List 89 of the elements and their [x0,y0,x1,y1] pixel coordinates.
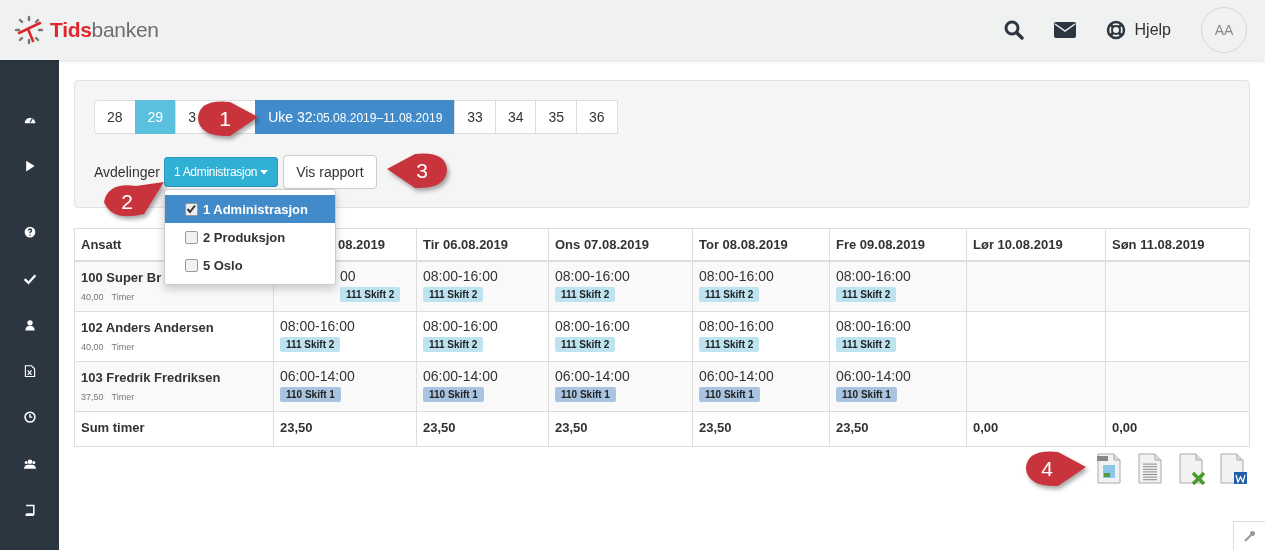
callout-marker: 4 [1024,449,1088,489]
shift-tag: 111 Skift 2 [555,336,616,352]
hours-unit: Timer [111,391,135,402]
shift-tag: 110 Skift 1 [280,386,341,402]
checkbox[interactable] [184,258,198,272]
callout-marker: 1 [196,99,260,139]
caret-icon [260,169,269,175]
shift-time: 00 [340,267,357,284]
week-tab[interactable]: 34 [494,100,537,134]
column-header: Tir 06.08.2019 [423,237,509,252]
check-icon[interactable] [21,272,38,285]
column-header: Ons 07.08.2019 [555,237,649,252]
column-header: Søn 11.08.2019 [1112,237,1205,252]
shift-time: 08:00-16:00 [555,317,631,334]
department-option[interactable]: 5 Oslo [164,251,335,279]
clock-logo-icon [14,15,44,45]
total-hours: 23,50 [423,419,456,435]
wrench-icon [1243,530,1256,542]
shift-time: 06:00-14:00 [699,367,775,384]
report-button[interactable]: Vis rapport [283,155,377,189]
department-label: Avdelinger [94,164,160,180]
shift-time: 08:00-16:00 [423,267,499,284]
week-tab[interactable]: Uke 32:05.08.2019–11.08.2019 [255,100,456,134]
shift-tag: 111 Skift 2 [555,286,616,302]
total-hours: 23,50 [836,419,869,435]
shift-time: 08:00-16:00 [836,317,912,334]
column-header: 08.2019 [338,237,385,252]
shift-tag: 111 Skift 2 [699,286,760,302]
hours-value: 37,50 [81,391,104,402]
help-link[interactable]: Hjelp [1105,20,1171,40]
mail-icon[interactable] [1053,22,1076,38]
total-hours: 23,50 [280,419,313,435]
hours-value: 40,00 [81,341,104,352]
excel-file-icon[interactable] [1176,452,1206,485]
checkbox[interactable] [184,230,198,244]
shift-tag: 110 Skift 1 [699,386,760,402]
column-header: Fre 09.08.2019 [836,237,925,252]
hours-unit: Timer [111,341,135,352]
shift-time: 08:00-16:00 [555,267,631,284]
lifebuoy-icon [1105,20,1126,40]
week-tab[interactable]: 35 [535,100,578,134]
brand-name: Tidsbanken [50,18,159,42]
checkbox[interactable] [184,202,198,216]
department-option[interactable]: 2 Produksjon [164,223,335,251]
total-hours: 0,00 [1112,419,1138,435]
settings-button[interactable] [1233,521,1265,550]
shift-tag: 111 Skift 2 [699,336,760,352]
word-file-icon[interactable] [1217,452,1247,485]
total-hours: 23,50 [555,419,588,435]
shift-time: 08:00-16:00 [699,267,775,284]
total-hours: 0,00 [973,419,999,435]
shift-tag: 111 Skift 2 [340,286,401,302]
image-file-icon[interactable] [1094,452,1124,485]
search-icon[interactable] [1003,20,1024,40]
shift-time: 06:00-14:00 [555,367,631,384]
shift-tag: 111 Skift 2 [423,336,484,352]
employee-name: 102 Anders Andersen [81,319,215,335]
shift-time: 08:00-16:00 [423,317,499,334]
shift-tag: 110 Skift 1 [836,386,897,402]
shift-time: 08:00-16:00 [836,267,912,284]
shift-time: 06:00-14:00 [423,367,499,384]
column-header: Tor 08.08.2019 [699,237,788,252]
department-option[interactable]: 1 Administrasjon [164,195,335,223]
total-hours: 23,50 [699,419,732,435]
column-header: Ansatt [81,237,122,252]
users-icon[interactable] [21,457,38,470]
hours-unit: Timer [111,291,135,302]
week-tab[interactable]: 28 [94,100,136,134]
column-header: Lør 10.08.2019 [973,237,1063,252]
text-file-icon[interactable] [1135,452,1165,485]
clock-icon[interactable] [21,411,38,424]
shift-tag: 111 Skift 2 [280,336,341,352]
total-label: Sum timer [81,419,145,435]
shift-time: 08:00-16:00 [280,317,356,334]
employee-name: 103 Fredrik Fredriksen [81,369,222,385]
employee-name: 100 Super Br [81,269,163,285]
week-tab[interactable]: 36 [576,100,618,134]
shift-tag: 110 Skift 1 [423,386,484,402]
callout-marker: 3 [385,151,449,191]
shift-time: 06:00-14:00 [280,367,356,384]
shift-tag: 111 Skift 2 [836,336,897,352]
week-tab[interactable]: 33 [454,100,496,134]
shift-time: 08:00-16:00 [699,317,775,334]
hours-value: 40,00 [81,291,104,302]
week-tab[interactable]: 3 [175,100,198,134]
shift-tag: 111 Skift 2 [423,286,484,302]
shift-tag: 111 Skift 2 [836,286,897,302]
shift-tag: 110 Skift 1 [555,386,616,402]
shift-time: 06:00-14:00 [836,367,912,384]
